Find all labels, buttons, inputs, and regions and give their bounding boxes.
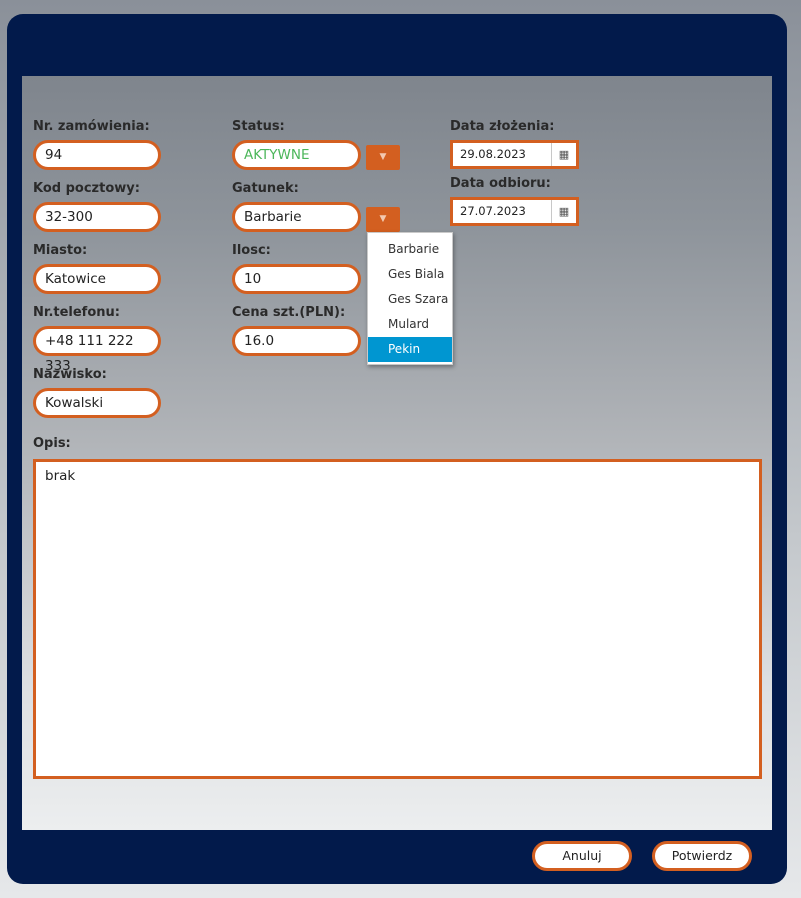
order-date-value[interactable]: 29.08.2023 <box>460 143 526 166</box>
unit-price-field[interactable]: 16.0 <box>232 326 361 356</box>
dropdown-option[interactable]: Ges Biala <box>368 262 452 287</box>
status-label: Status: <box>232 119 285 134</box>
dropdown-option-highlighted[interactable]: Pekin <box>368 337 452 362</box>
cancel-button[interactable]: Anuluj <box>532 841 632 871</box>
dropdown-option[interactable]: Barbarie <box>368 237 452 262</box>
order-number-field[interactable]: 94 <box>33 140 161 170</box>
species-select[interactable]: Barbarie <box>232 202 361 232</box>
dropdown-option[interactable]: Ges Szara <box>368 287 452 312</box>
pickup-date-picker[interactable]: 27.07.2023 ▦ <box>450 197 579 226</box>
city-label: Miasto: <box>33 243 88 258</box>
city-field[interactable]: Katowice <box>33 264 161 294</box>
species-label: Gatunek: <box>232 181 299 196</box>
order-number-label: Nr. zamówienia: <box>33 119 150 134</box>
chevron-down-icon[interactable]: ▼ <box>366 207 400 232</box>
confirm-button[interactable]: Potwierdz <box>652 841 752 871</box>
calendar-icon[interactable]: ▦ <box>551 143 576 166</box>
order-date-picker[interactable]: 29.08.2023 ▦ <box>450 140 579 169</box>
status-select[interactable]: AKTYWNE <box>232 140 361 170</box>
dropdown-option[interactable]: Mulard <box>368 312 452 337</box>
calendar-icon[interactable]: ▦ <box>551 200 576 223</box>
description-label: Opis: <box>33 436 71 451</box>
phone-field[interactable]: +48 111 222 333 <box>33 326 161 374</box>
phone-label: Nr.telefonu: <box>33 305 120 320</box>
postal-code-label: Kod pocztowy: <box>33 181 140 196</box>
quantity-field[interactable]: 10 <box>232 264 361 294</box>
postal-code-field[interactable]: 32-300 <box>33 202 161 232</box>
unit-price-label: Cena szt.(PLN): <box>232 305 346 320</box>
species-dropdown-list: Barbarie Ges Biala Ges Szara Mulard Peki… <box>367 232 453 365</box>
chevron-down-icon[interactable]: ▼ <box>366 145 400 170</box>
quantity-label: Ilosc: <box>232 243 271 258</box>
surname-label: Nazwisko: <box>33 367 107 382</box>
description-textarea[interactable]: brak <box>33 459 762 779</box>
pickup-date-value[interactable]: 27.07.2023 <box>460 200 526 223</box>
pickup-date-label: Data odbioru: <box>450 176 551 191</box>
surname-field[interactable]: Kowalski <box>33 388 161 418</box>
order-date-label: Data złożenia: <box>450 119 555 134</box>
